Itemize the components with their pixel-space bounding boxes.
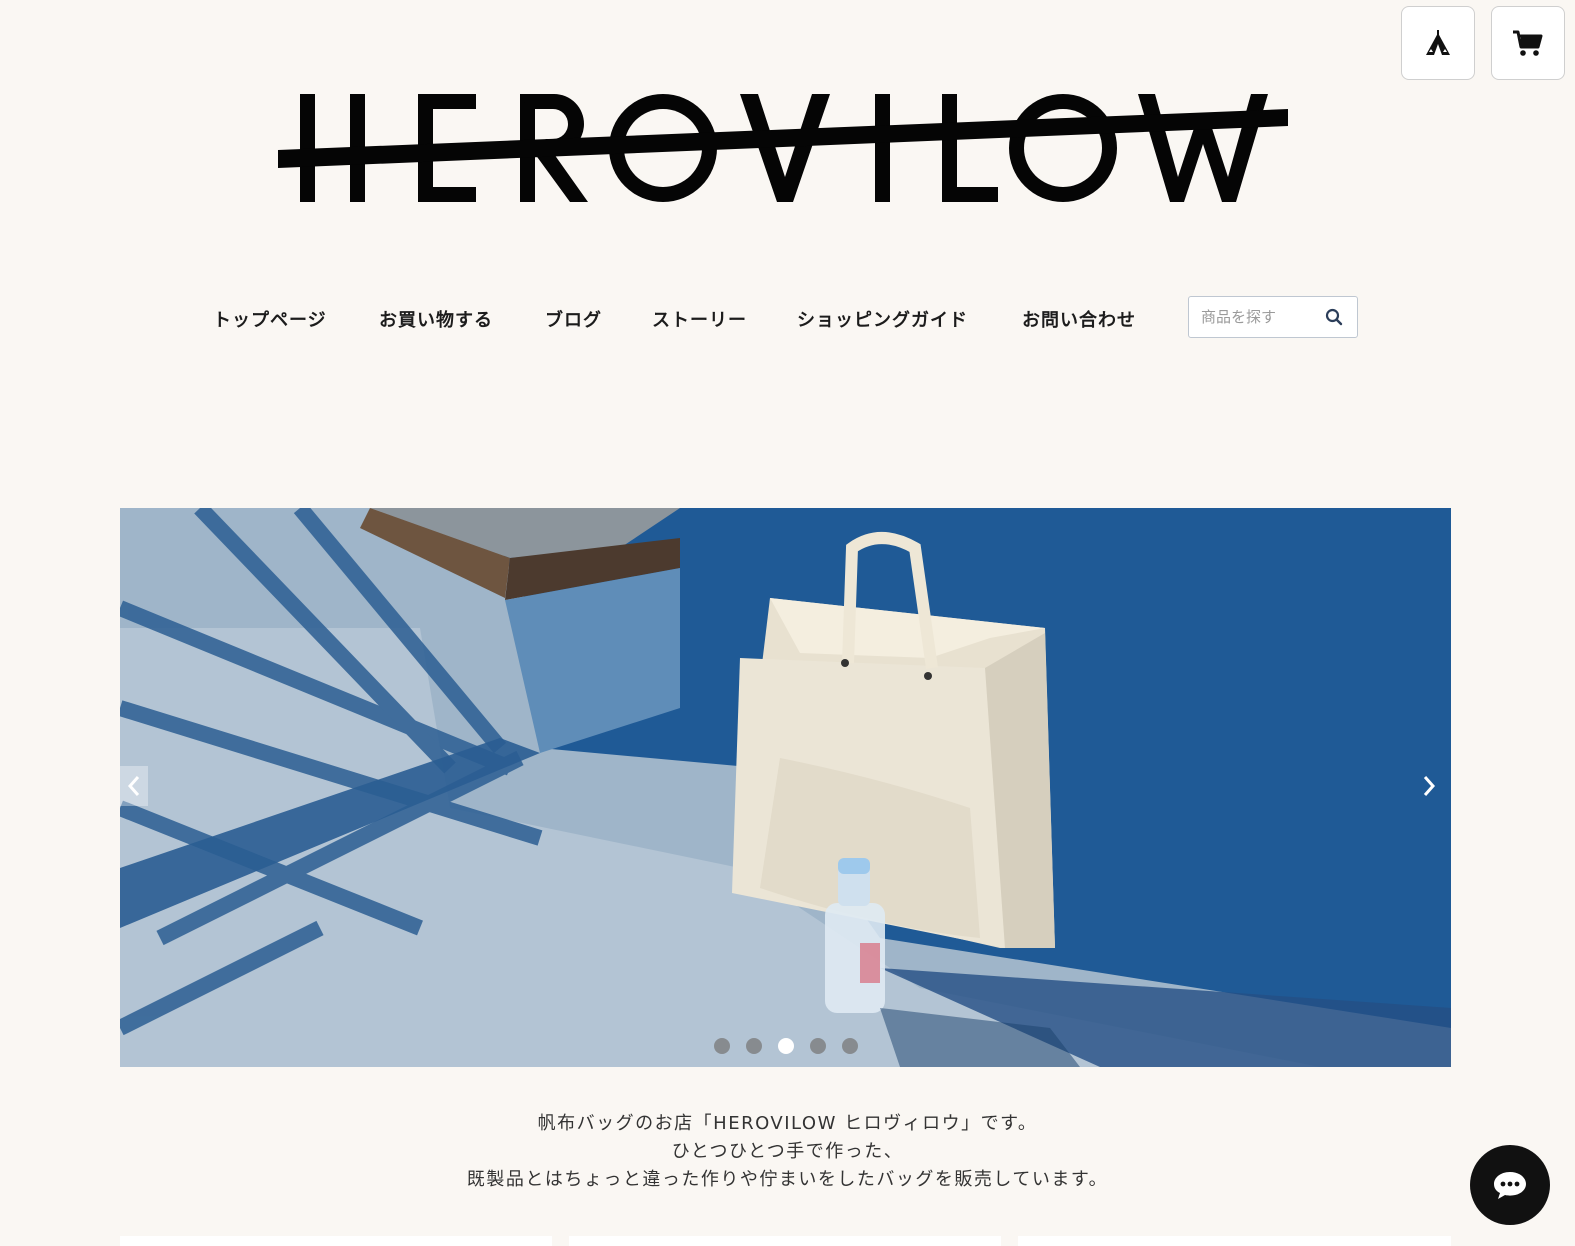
slider-dot-3[interactable] — [778, 1038, 794, 1054]
chat-bubble-icon — [1494, 1172, 1526, 1199]
card-peek-1 — [120, 1236, 552, 1246]
chevron-left-icon — [127, 776, 140, 796]
site-logo[interactable] — [278, 82, 1293, 212]
slider-dot-4[interactable] — [810, 1038, 826, 1054]
nav-item-shop[interactable]: お買い物する — [379, 306, 493, 332]
nav-item-story[interactable]: ストーリー — [652, 306, 747, 332]
card-peek-2 — [569, 1236, 1001, 1246]
tent-button[interactable] — [1401, 6, 1475, 80]
slider-dots — [714, 1038, 858, 1054]
nav-item-top[interactable]: トップページ — [213, 306, 327, 332]
shop-intro: 帆布バッグのお店「HEROVILOW ヒロヴィロウ」です。 ひとつひとつ手で作っ… — [0, 1110, 1575, 1194]
search-button[interactable] — [1325, 308, 1343, 330]
page: トップページ お買い物する ブログ ストーリー ショッピングガイド お問い合わせ — [0, 0, 1575, 1246]
slider-next-button[interactable] — [1415, 766, 1443, 806]
nav-item-blog[interactable]: ブログ — [545, 306, 602, 332]
nav-item-shopping-guide[interactable]: ショッピングガイド — [797, 306, 968, 332]
chat-button[interactable] — [1470, 1145, 1550, 1225]
main-nav: トップページ お買い物する ブログ ストーリー ショッピングガイド お問い合わせ — [0, 296, 1575, 338]
cart-button[interactable] — [1491, 6, 1565, 80]
cart-icon — [1513, 30, 1543, 56]
hero-slider — [120, 508, 1451, 1067]
search-box — [1188, 296, 1358, 338]
intro-line-1: 帆布バッグのお店「HEROVILOW ヒロヴィロウ」です。 — [537, 1113, 1038, 1134]
chevron-right-icon — [1423, 776, 1436, 796]
card-peek-3 — [1018, 1236, 1451, 1246]
slider-dot-5[interactable] — [842, 1038, 858, 1054]
nav-item-contact[interactable]: お問い合わせ — [1022, 306, 1136, 332]
search-icon — [1325, 308, 1343, 326]
intro-line-2: ひとつひとつ手で作った、 — [671, 1141, 904, 1162]
hero-image — [120, 508, 1451, 1067]
search-input[interactable] — [1201, 308, 1319, 326]
intro-line-3: 既製品とはちょっと違った作りや佇まいをしたバッグを販売しています。 — [466, 1169, 1109, 1190]
tent-icon — [1426, 30, 1450, 55]
slider-dot-1[interactable] — [714, 1038, 730, 1054]
slider-prev-button[interactable] — [120, 766, 148, 806]
slider-dot-2[interactable] — [746, 1038, 762, 1054]
